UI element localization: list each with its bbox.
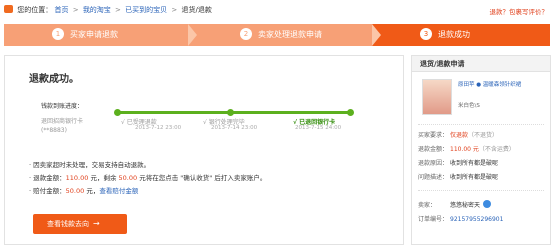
chat-icon[interactable]	[483, 200, 492, 208]
step-number: 3	[420, 28, 432, 40]
tracking-dot	[347, 109, 354, 116]
step-label: 卖家处理退款申请	[258, 30, 322, 39]
row-key: 卖家：	[418, 202, 437, 209]
row-value: 110.00 元	[450, 146, 479, 153]
sidebar-title: 退货/退款申请	[412, 56, 550, 72]
refund-info: · 因卖家超时未处理，交易支持自动退款。 · 退款金额：110.00 元，剩余 …	[29, 159, 266, 198]
row-value: 仅退款	[450, 132, 469, 139]
breadcrumb-my-taobao-link[interactable]: 我的淘宝	[83, 6, 111, 14]
refund-amount-line: · 退款金额：110.00 元，剩余 50.00 元将在您点击 "确认收货" 后…	[29, 172, 266, 185]
compensation-amount: 50.00	[65, 187, 85, 195]
product-thumbnail[interactable]	[422, 79, 452, 115]
step-number: 2	[240, 28, 252, 40]
divider	[418, 190, 544, 191]
breadcrumb-current: 退货/退款	[181, 6, 212, 14]
problem-description-row: 问题描述： 收到所有都是破呢	[418, 172, 498, 181]
compensation-line: · 赔付金额：50.00 元，查看赔付金额	[29, 185, 266, 198]
row-key: 订单编号：	[418, 216, 449, 223]
step-label: 退款成功	[438, 30, 470, 39]
refund-destination-label: 退回招商银行卡	[41, 118, 84, 125]
stage-returned-time: 2013-7-15 24:00	[295, 125, 342, 131]
auto-refund-note: · 因卖家超时未处理，交易支持自动退款。	[29, 161, 151, 169]
refund-amount-prefix: · 退款金额：	[29, 174, 66, 182]
step-label: 买家申请退款	[70, 30, 118, 39]
refund-progress-steps: 1 买家申请退款 2 卖家处理退款申请 3 退款成功	[4, 24, 550, 46]
breadcrumb: 您的位置： 首页 > 我的淘宝 > 已买到的宝贝 > 退货/退款	[4, 4, 212, 16]
refund-amount-row: 退款金额： 110.00 元（不含运费）	[418, 144, 515, 153]
row-key: 退款金额：	[418, 146, 449, 153]
row-value: 收到所有都是破呢	[450, 174, 499, 181]
product-name-link[interactable]: 原田苹 ● 温暖森领针织裙	[458, 81, 550, 89]
seller-row: 卖家： 悠悠秘密天	[418, 200, 492, 209]
view-money-flow-button[interactable]: 查看钱款去向 →	[33, 214, 127, 234]
row-note: （不含运费）	[478, 146, 515, 153]
refund-amount: 110.00	[65, 174, 89, 182]
breadcrumb-home-link[interactable]: 首页	[54, 6, 68, 14]
remaining-amount: 50.00	[118, 174, 138, 182]
step-arrow-icon	[372, 24, 381, 46]
row-key: 问题描述：	[418, 174, 449, 181]
refund-destination: 退回招商银行卡 (**8883)	[41, 117, 83, 135]
product-color: 米白色\S	[458, 103, 480, 109]
breadcrumb-separator: >	[171, 6, 178, 14]
buyer-request-row: 买家要求： 仅退款（不退货）	[418, 130, 498, 139]
tracking-dot	[227, 109, 234, 116]
row-key: 买家要求：	[418, 132, 449, 139]
step-seller-process: 2 卖家处理退款申请	[188, 24, 372, 46]
stage-accepted-time: 2013-7-12 23:00	[135, 125, 182, 131]
refund-card-number: (**8883)	[41, 127, 67, 134]
breadcrumb-prefix: 您的位置：	[17, 6, 53, 14]
refund-request-sidebar: 退货/退款申请 原田苹 ● 温暖森领针织裙 米白色\S 买家要求： 仅退款（不退货…	[411, 55, 551, 245]
row-value: 收到所有都是破呢	[450, 160, 499, 167]
step-arrow-icon	[188, 24, 197, 46]
breadcrumb-separator: >	[115, 6, 121, 14]
tracking-dot	[114, 109, 121, 116]
compensation-suffix: 元，	[84, 187, 100, 195]
step-number: 1	[52, 28, 64, 40]
refund-reason-row: 退款原因： 收到所有都是破呢	[418, 158, 498, 167]
row-value: 悠悠秘密天	[450, 202, 481, 209]
view-money-flow-label: 查看钱款去向	[47, 220, 89, 228]
compensation-prefix: · 赔付金额：	[29, 187, 66, 195]
view-compensation-link[interactable]: 查看赔付金额	[99, 187, 138, 195]
refund-amount-suffix: 元将在您点击 "确认收货" 后打入卖家账户。	[137, 174, 267, 182]
order-number-row: 订单编号： 92157955296901	[418, 214, 503, 223]
tracking-heading: 钱款到账进度：	[41, 103, 84, 110]
breadcrumb-bought-link[interactable]: 已买到的宝贝	[125, 6, 167, 14]
stage-bank-time: 2013-7-14 23:00	[211, 125, 258, 131]
refund-status-panel: 退款成功。 钱款到账进度： 退回招商银行卡 (**8883) √ 已受理退款 2…	[4, 55, 404, 245]
refund-help-link[interactable]: 退款？包裹写评价？	[490, 6, 549, 16]
step-buyer-apply: 1 买家申请退款	[4, 24, 188, 46]
page-title: 退款成功。	[29, 74, 79, 85]
breadcrumb-separator: >	[72, 6, 79, 14]
home-icon	[4, 5, 13, 13]
refund-amount-mid: 元，剩余	[88, 174, 119, 182]
row-note: （不退货）	[468, 132, 499, 139]
row-key: 退款原因：	[418, 160, 449, 167]
step-refund-success: 3 退款成功	[372, 24, 550, 46]
order-number-link[interactable]: 92157955296901	[450, 216, 503, 223]
arrow-right-icon: →	[93, 219, 100, 228]
divider	[418, 124, 544, 125]
